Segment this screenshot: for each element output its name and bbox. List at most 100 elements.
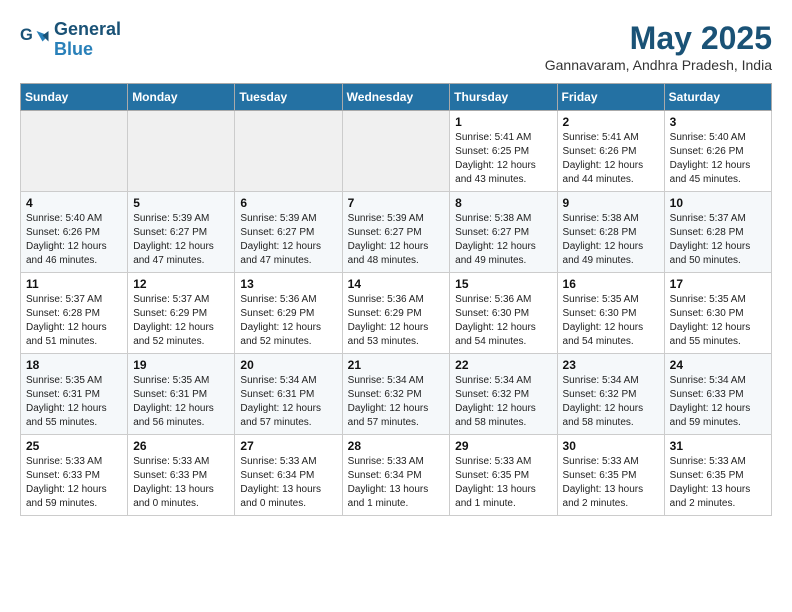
day-cell: 12 Sunrise: 5:37 AMSunset: 6:29 PMDayligh… xyxy=(128,273,235,354)
day-info: Sunrise: 5:34 AMSunset: 6:32 PMDaylight:… xyxy=(455,374,551,430)
day-info: Sunrise: 5:33 AMSunset: 6:33 PMDaylight:… xyxy=(26,455,122,511)
day-number: 10 xyxy=(670,196,766,210)
day-info: Sunrise: 5:38 AMSunset: 6:27 PMDaylight:… xyxy=(455,212,551,268)
day-number: 3 xyxy=(670,115,766,129)
page-header: G General Blue May 2025 Gannavaram, Andh… xyxy=(20,20,772,73)
day-number: 12 xyxy=(133,277,229,291)
month-year: May 2025 xyxy=(545,20,772,57)
week-row-5: 25 Sunrise: 5:33 AMSunset: 6:33 PMDayligh… xyxy=(21,435,772,516)
day-info: Sunrise: 5:39 AMSunset: 6:27 PMDaylight:… xyxy=(240,212,336,268)
day-info: Sunrise: 5:35 AMSunset: 6:31 PMDaylight:… xyxy=(133,374,229,430)
day-number: 25 xyxy=(26,439,122,453)
header-day-monday: Monday xyxy=(128,84,235,111)
day-info: Sunrise: 5:33 AMSunset: 6:33 PMDaylight:… xyxy=(133,455,229,511)
day-cell: 3Sunrise: 5:40 AMSunset: 6:26 PMDaylight… xyxy=(664,111,771,192)
day-cell: 6 Sunrise: 5:39 AMSunset: 6:27 PMDaylight… xyxy=(235,192,342,273)
day-cell: 4 Sunrise: 5:40 AMSunset: 6:26 PMDaylight… xyxy=(21,192,128,273)
day-cell: 22 Sunrise: 5:34 AMSunset: 6:32 PMDayligh… xyxy=(450,354,557,435)
day-cell: 14 Sunrise: 5:36 AMSunset: 6:29 PMDayligh… xyxy=(342,273,450,354)
header-day-tuesday: Tuesday xyxy=(235,84,342,111)
day-info: Sunrise: 5:38 AMSunset: 6:28 PMDaylight:… xyxy=(563,212,659,268)
day-cell: 19 Sunrise: 5:35 AMSunset: 6:31 PMDayligh… xyxy=(128,354,235,435)
header-day-friday: Friday xyxy=(557,84,664,111)
day-cell: 1 Sunrise: 5:41 AMSunset: 6:25 PMDaylight… xyxy=(450,111,557,192)
day-info: Sunrise: 5:40 AMSunset: 6:26 PMDaylight:… xyxy=(26,212,122,268)
day-cell: 18Sunrise: 5:35 AMSunset: 6:31 PMDayligh… xyxy=(21,354,128,435)
day-info: Sunrise: 5:33 AMSunset: 6:35 PMDaylight:… xyxy=(563,455,659,511)
day-cell xyxy=(128,111,235,192)
header-day-saturday: Saturday xyxy=(664,84,771,111)
day-cell: 24 Sunrise: 5:34 AMSunset: 6:33 PMDayligh… xyxy=(664,354,771,435)
header-day-sunday: Sunday xyxy=(21,84,128,111)
logo-icon: G xyxy=(20,25,50,55)
day-number: 29 xyxy=(455,439,551,453)
location: Gannavaram, Andhra Pradesh, India xyxy=(545,57,772,73)
day-info: Sunrise: 5:41 AMSunset: 6:25 PMDaylight:… xyxy=(455,131,551,187)
day-number: 28 xyxy=(348,439,445,453)
day-cell: 21 Sunrise: 5:34 AMSunset: 6:32 PMDayligh… xyxy=(342,354,450,435)
day-cell: 7Sunrise: 5:39 AMSunset: 6:27 PMDaylight… xyxy=(342,192,450,273)
header-row: SundayMondayTuesdayWednesdayThursdayFrid… xyxy=(21,84,772,111)
day-info: Sunrise: 5:33 AMSunset: 6:35 PMDaylight:… xyxy=(670,455,766,511)
day-number: 2 xyxy=(563,115,659,129)
day-info: Sunrise: 5:36 AMSunset: 6:29 PMDaylight:… xyxy=(348,293,445,349)
day-number: 6 xyxy=(240,196,336,210)
day-number: 20 xyxy=(240,358,336,372)
day-cell: 15Sunrise: 5:36 AMSunset: 6:30 PMDayligh… xyxy=(450,273,557,354)
day-cell: 30 Sunrise: 5:33 AMSunset: 6:35 PMDayligh… xyxy=(557,435,664,516)
day-number: 4 xyxy=(26,196,122,210)
day-number: 9 xyxy=(563,196,659,210)
day-cell xyxy=(21,111,128,192)
day-number: 30 xyxy=(563,439,659,453)
day-info: Sunrise: 5:33 AMSunset: 6:34 PMDaylight:… xyxy=(240,455,336,511)
day-cell: 16Sunrise: 5:35 AMSunset: 6:30 PMDayligh… xyxy=(557,273,664,354)
day-number: 11 xyxy=(26,277,122,291)
day-number: 27 xyxy=(240,439,336,453)
day-cell: 23Sunrise: 5:34 AMSunset: 6:32 PMDayligh… xyxy=(557,354,664,435)
svg-text:G: G xyxy=(20,26,33,44)
day-number: 14 xyxy=(348,277,445,291)
week-row-2: 4 Sunrise: 5:40 AMSunset: 6:26 PMDaylight… xyxy=(21,192,772,273)
day-info: Sunrise: 5:39 AMSunset: 6:27 PMDaylight:… xyxy=(348,212,445,268)
day-info: Sunrise: 5:35 AMSunset: 6:31 PMDaylight:… xyxy=(26,374,122,430)
week-row-1: 1 Sunrise: 5:41 AMSunset: 6:25 PMDaylight… xyxy=(21,111,772,192)
day-number: 8 xyxy=(455,196,551,210)
day-number: 24 xyxy=(670,358,766,372)
day-number: 15 xyxy=(455,277,551,291)
day-info: Sunrise: 5:41 AMSunset: 6:26 PMDaylight:… xyxy=(563,131,659,187)
day-info: Sunrise: 5:34 AMSunset: 6:32 PMDaylight:… xyxy=(563,374,659,430)
day-info: Sunrise: 5:34 AMSunset: 6:32 PMDaylight:… xyxy=(348,374,445,430)
day-info: Sunrise: 5:37 AMSunset: 6:28 PMDaylight:… xyxy=(26,293,122,349)
day-info: Sunrise: 5:34 AMSunset: 6:31 PMDaylight:… xyxy=(240,374,336,430)
day-cell: 28Sunrise: 5:33 AMSunset: 6:34 PMDayligh… xyxy=(342,435,450,516)
day-cell xyxy=(235,111,342,192)
day-cell: 27 Sunrise: 5:33 AMSunset: 6:34 PMDayligh… xyxy=(235,435,342,516)
day-number: 22 xyxy=(455,358,551,372)
day-number: 17 xyxy=(670,277,766,291)
day-info: Sunrise: 5:37 AMSunset: 6:29 PMDaylight:… xyxy=(133,293,229,349)
day-info: Sunrise: 5:36 AMSunset: 6:29 PMDaylight:… xyxy=(240,293,336,349)
day-cell: 29Sunrise: 5:33 AMSunset: 6:35 PMDayligh… xyxy=(450,435,557,516)
day-number: 26 xyxy=(133,439,229,453)
day-info: Sunrise: 5:39 AMSunset: 6:27 PMDaylight:… xyxy=(133,212,229,268)
day-number: 1 xyxy=(455,115,551,129)
day-cell: 31Sunrise: 5:33 AMSunset: 6:35 PMDayligh… xyxy=(664,435,771,516)
day-cell: 20 Sunrise: 5:34 AMSunset: 6:31 PMDayligh… xyxy=(235,354,342,435)
day-number: 13 xyxy=(240,277,336,291)
day-cell: 8 Sunrise: 5:38 AMSunset: 6:27 PMDaylight… xyxy=(450,192,557,273)
day-cell: 9 Sunrise: 5:38 AMSunset: 6:28 PMDaylight… xyxy=(557,192,664,273)
day-info: Sunrise: 5:35 AMSunset: 6:30 PMDaylight:… xyxy=(670,293,766,349)
day-number: 19 xyxy=(133,358,229,372)
day-cell: 10 Sunrise: 5:37 AMSunset: 6:28 PMDayligh… xyxy=(664,192,771,273)
header-day-thursday: Thursday xyxy=(450,84,557,111)
day-cell: 5Sunrise: 5:39 AMSunset: 6:27 PMDaylight… xyxy=(128,192,235,273)
day-cell: 17 Sunrise: 5:35 AMSunset: 6:30 PMDayligh… xyxy=(664,273,771,354)
day-info: Sunrise: 5:34 AMSunset: 6:33 PMDaylight:… xyxy=(670,374,766,430)
day-cell: 25 Sunrise: 5:33 AMSunset: 6:33 PMDayligh… xyxy=(21,435,128,516)
logo-line1: General xyxy=(54,20,121,40)
day-info: Sunrise: 5:37 AMSunset: 6:28 PMDaylight:… xyxy=(670,212,766,268)
day-number: 16 xyxy=(563,277,659,291)
logo: G General Blue xyxy=(20,20,121,60)
calendar-header: SundayMondayTuesdayWednesdayThursdayFrid… xyxy=(21,84,772,111)
day-number: 21 xyxy=(348,358,445,372)
